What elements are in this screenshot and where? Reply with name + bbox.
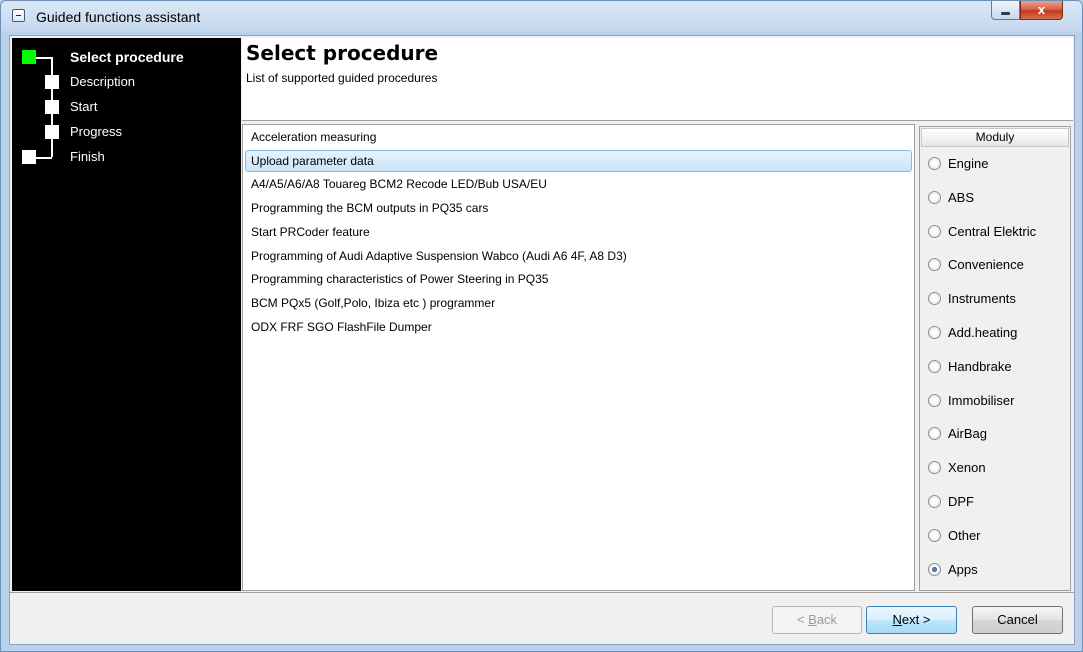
step-label-3: Start — [70, 99, 98, 114]
moduly-option-label: Other — [948, 527, 981, 543]
app-window: Guided functions assistant x Select proc… — [0, 0, 1083, 652]
radio-button-icon[interactable] — [928, 495, 941, 508]
step-label-2: Description — [70, 74, 136, 89]
close-button[interactable]: x — [1020, 1, 1063, 20]
moduly-option-label: Convenience — [948, 257, 1024, 273]
next-button-accel: N — [892, 612, 902, 627]
step-node-4 — [45, 125, 59, 139]
radio-button-icon[interactable] — [928, 528, 941, 542]
radio-button-icon[interactable] — [928, 292, 941, 306]
back-button-rest: ack — [816, 612, 838, 627]
wizard-steps-panel: Select procedure Description Start Progress… — [12, 38, 241, 591]
radio-button-icon[interactable] — [928, 157, 941, 170]
step-node-3 — [45, 100, 59, 114]
procedure-list-item[interactable]: BCM PQx5 (Golf,Polo, Ibiza etc ) program… — [245, 292, 912, 314]
radio-button-icon[interactable] — [928, 427, 941, 441]
radio-button-icon[interactable] — [928, 562, 941, 576]
procedure-list-item[interactable]: Upload parameter data — [245, 149, 912, 172]
page-title: Select procedure — [246, 41, 439, 65]
procedure-list-item[interactable]: Acceleration measuring — [245, 126, 912, 148]
minimize-button[interactable] — [991, 1, 1020, 20]
procedure-list-item[interactable]: ODX FRF SGO FlashFile Dumper — [245, 316, 912, 338]
radio-button-icon[interactable] — [928, 359, 941, 373]
moduly-option-label: Immobiliser — [948, 392, 1015, 408]
radio-button-icon[interactable] — [928, 326, 941, 339]
next-button-rest: ext > — [901, 612, 931, 627]
moduly-option-label: Apps — [948, 561, 978, 577]
minimize-icon — [1001, 12, 1010, 15]
moduly-header: Moduly — [921, 128, 1069, 147]
step-node-5 — [22, 150, 36, 164]
radio-button-icon[interactable] — [928, 461, 941, 475]
cancel-button[interactable]: Cancel — [972, 606, 1063, 634]
moduly-panel: Moduly Engine ABS Central Elektric Convenie… — [919, 126, 1071, 591]
caption-buttons: x — [991, 1, 1063, 21]
procedure-list[interactable]: Acceleration measuring Upload parameter d… — [242, 124, 915, 591]
system-menu-icon[interactable] — [12, 9, 25, 22]
moduly-option-label: Engine — [948, 156, 989, 171]
back-button-accel: B — [808, 612, 817, 627]
close-icon: x — [1037, 2, 1046, 17]
step-label-4: Progress — [70, 124, 123, 139]
moduly-option-label: Instruments — [948, 291, 1016, 307]
radio-button-icon[interactable] — [928, 190, 941, 204]
moduly-option-label: AirBag — [948, 426, 988, 442]
page-subtitle: List of supported guided procedures — [246, 71, 438, 85]
wizard-client-area: Select procedure Description Start Progress… — [9, 35, 1075, 645]
procedure-list-item[interactable]: Programming the BCM outputs in PQ35 cars — [245, 197, 912, 219]
next-button[interactable]: Next > — [866, 606, 957, 634]
step-node-1 — [22, 50, 36, 64]
procedure-list-item[interactable]: Programming characteristics of Power Ste… — [245, 268, 912, 290]
step-label-5: Finish — [70, 149, 105, 164]
step-connector — [36, 57, 52, 59]
step-label-1: Select procedure — [70, 49, 184, 65]
moduly-option-label: Central Elektric — [948, 223, 1037, 239]
back-button-prefix: < — [796, 612, 809, 627]
back-button[interactable]: < Back — [772, 606, 862, 634]
footer-divider — [10, 592, 1074, 593]
step-connector — [36, 157, 52, 159]
radio-button-icon[interactable] — [928, 224, 941, 238]
title-bar[interactable]: Guided functions assistant x — [1, 1, 1082, 32]
page-header: Select procedure List of supported guide… — [242, 38, 1073, 121]
moduly-option-label: ABS — [948, 189, 975, 205]
procedure-list-item[interactable]: Start PRCoder feature — [245, 221, 912, 243]
moduly-option-label: Add.heating — [948, 325, 1018, 340]
moduly-option-label: Handbrake — [948, 358, 1012, 374]
radio-button-icon[interactable] — [928, 258, 941, 272]
window-title: Guided functions assistant — [36, 9, 201, 25]
moduly-option-label: Xenon — [948, 460, 986, 476]
step-node-2 — [45, 75, 59, 89]
moduly-option-label: DPF — [948, 494, 974, 509]
procedure-list-item[interactable]: A4/A5/A6/A8 Touareg BCM2 Recode LED/Bub … — [245, 173, 912, 195]
procedure-list-item[interactable]: Programming of Audi Adaptive Suspension … — [245, 245, 912, 267]
radio-button-icon[interactable] — [928, 393, 941, 407]
